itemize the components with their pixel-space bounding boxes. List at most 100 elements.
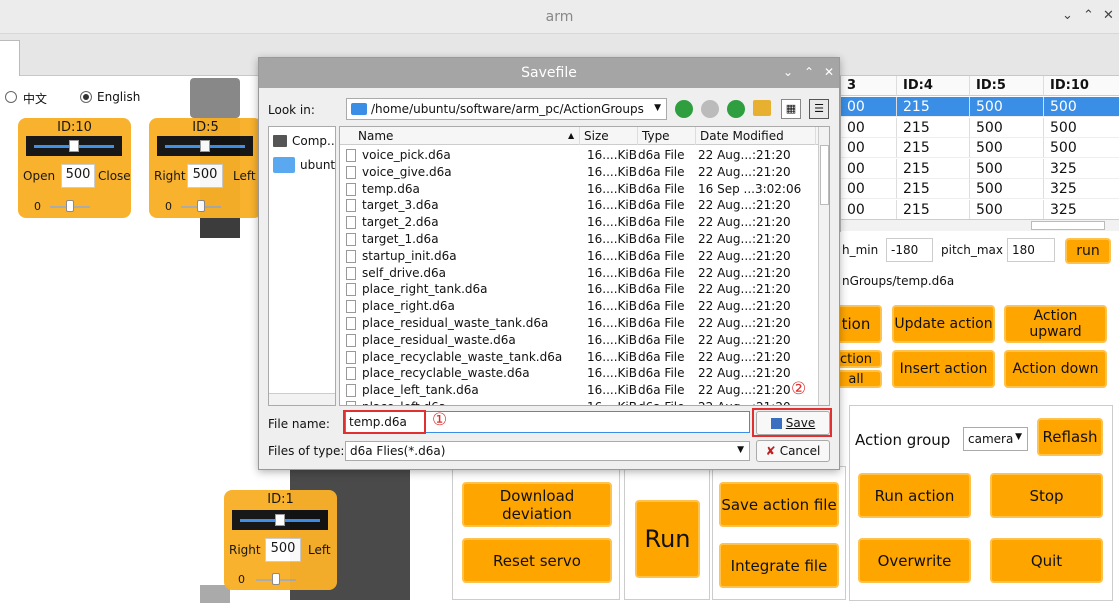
new-folder-icon[interactable] (753, 100, 771, 116)
file-row[interactable]: target_1.d6a 16....KiB d6a File 22 Aug...:2… (340, 231, 820, 248)
file-row[interactable]: place_residual_waste.d6a 16....KiB d6a Fil… (340, 332, 820, 349)
action-table[interactable]: 3 ID:4 ID:5 ID:10 00 215 500 500 00 215 500 500… (840, 76, 1119, 232)
overwrite-button[interactable]: Overwrite (858, 538, 971, 583)
servo-slider[interactable] (26, 136, 122, 156)
servo-slider[interactable] (232, 510, 328, 530)
file-row[interactable]: startup_init.d6a 16....KiB d6a File 22 Aug.… (340, 248, 820, 265)
dialog-maximize-icon[interactable]: ⌃ (804, 65, 814, 79)
maximize-icon[interactable]: ⌃ (1083, 8, 1094, 23)
pitch-min-input[interactable]: -180 (886, 238, 933, 262)
file-row[interactable]: place_residual_waste_tank.d6a 16....KiB d6… (340, 315, 820, 332)
run-action-button[interactable]: Run action (858, 473, 971, 518)
action-group-select[interactable]: camera ▼ (963, 427, 1028, 451)
file-list-scrollbar[interactable] (818, 127, 829, 405)
table-cell[interactable]: 500 (970, 97, 1044, 117)
file-row[interactable]: temp.d6a 16....KiB d6a File 16 Sep ...3:02:… (340, 181, 820, 198)
run-button[interactable]: Run (635, 500, 700, 578)
places-sidebar[interactable]: Comp.. ubunt (268, 126, 336, 406)
list-view-icon[interactable]: ▦ (781, 99, 801, 119)
table-cell[interactable]: 500 (970, 138, 1044, 158)
forward-icon[interactable] (701, 100, 719, 118)
table-cell[interactable]: 500 (970, 179, 1044, 199)
detail-view-icon[interactable]: ☰ (809, 99, 829, 119)
parent-folder-icon[interactable] (727, 100, 745, 118)
tab-active[interactable] (0, 40, 20, 76)
quit-button[interactable]: Quit (990, 538, 1103, 583)
save-action-file-button[interactable]: Save action file (719, 482, 839, 527)
file-row[interactable]: voice_pick.d6a 16....KiB d6a File 22 Aug...… (340, 147, 820, 164)
table-cell[interactable]: 500 (1044, 118, 1119, 138)
file-row[interactable]: self_drive.d6a 16....KiB d6a File 22 Aug...… (340, 265, 820, 282)
table-cell[interactable]: 215 (897, 199, 970, 220)
action-down-button[interactable]: Action down (1004, 350, 1107, 388)
action-upward-button[interactable]: Action upward (1004, 305, 1107, 343)
look-in-combo[interactable]: /home/ubuntu/software/arm_pc/ActionGroup… (346, 98, 667, 120)
pitch-max-input[interactable]: 180 (1007, 238, 1055, 262)
back-icon[interactable] (675, 100, 693, 118)
run-pitch-button[interactable]: run (1065, 238, 1111, 264)
place-computer[interactable]: Comp.. (292, 134, 335, 148)
reset-servo-button[interactable]: Reset servo (462, 538, 612, 583)
servo-value-input[interactable]: 500 (265, 538, 301, 562)
table-cell[interactable]: 215 (897, 158, 970, 179)
file-list[interactable]: Name Size Type Date Modified ▲ voice_pic… (339, 126, 830, 406)
file-row[interactable]: place_right.d6a 16....KiB d6a File 22 Aug..… (340, 298, 820, 315)
file-row[interactable]: place_left.d6a 16....KiBd6a File 22 Aug...… (340, 399, 820, 405)
file-row[interactable]: target_3.d6a 16....KiB d6a File 22 Aug...:2… (340, 197, 820, 214)
download-deviation-button[interactable]: Download deviation (462, 482, 612, 527)
table-cell[interactable]: 215 (897, 179, 970, 199)
servo-fine-knob[interactable] (272, 573, 280, 585)
file-row[interactable]: place_right_tank.d6a 16....KiB d6a File 22 … (340, 281, 820, 298)
table-cell[interactable]: 500 (1044, 97, 1119, 117)
table-cell[interactable]: 325 (1044, 200, 1119, 220)
cancel-button[interactable]: ✘ Cancel (756, 440, 830, 462)
file-row[interactable]: place_recyclable_waste.d6a 16....KiB d6a F… (340, 365, 820, 382)
table-cell[interactable]: 00 (841, 138, 897, 158)
column-name[interactable]: Name (354, 127, 580, 145)
table-cell[interactable]: 00 (841, 179, 897, 199)
table-cell[interactable]: 500 (1044, 138, 1119, 158)
radio-english[interactable] (80, 91, 92, 103)
table-cell[interactable]: 00 (841, 117, 897, 138)
stop-button[interactable]: Stop (990, 473, 1103, 518)
column-type[interactable]: Type (638, 127, 696, 145)
table-cell[interactable]: 215 (897, 117, 970, 138)
insert-action-button[interactable]: Insert action (892, 350, 995, 388)
column-size[interactable]: Size (580, 127, 638, 145)
table-hscrollbar[interactable] (841, 219, 1119, 231)
radio-chinese[interactable] (5, 91, 17, 103)
file-row[interactable]: place_left_tank.d6a 16....KiB d6a File 22 A… (340, 382, 820, 399)
table-cell[interactable]: 500 (970, 117, 1044, 138)
minimize-icon[interactable]: ⌄ (1062, 8, 1073, 23)
table-cell[interactable]: 325 (1044, 159, 1119, 179)
reflash-button[interactable]: Reflash (1037, 418, 1103, 456)
file-row[interactable]: voice_give.d6a 16....KiB d6a File 22 Aug...… (340, 164, 820, 181)
places-scrollbar[interactable] (269, 393, 335, 405)
table-cell[interactable]: 00 (841, 97, 897, 117)
dialog-close-icon[interactable]: ✕ (824, 65, 834, 79)
close-icon[interactable]: ✕ (1103, 8, 1114, 23)
update-action-button[interactable]: Update action (892, 305, 995, 343)
scrollbar-thumb[interactable] (820, 145, 829, 205)
table-cell[interactable]: 00 (841, 199, 897, 220)
column-date[interactable]: Date Modified (696, 127, 816, 145)
servo-fine-knob[interactable] (197, 200, 205, 212)
servo-slider[interactable] (157, 136, 253, 156)
table-cell[interactable]: 00 (841, 158, 897, 179)
dialog-minimize-icon[interactable]: ⌄ (783, 65, 793, 79)
file-row[interactable]: place_recyclable_waste_tank.d6a 16....KiB… (340, 349, 820, 366)
table-cell[interactable]: 500 (970, 158, 1044, 179)
file-row[interactable]: target_2.d6a 16....KiB d6a File 22 Aug...:2… (340, 214, 820, 231)
table-cell[interactable]: 500 (970, 199, 1044, 220)
table-cell[interactable]: 215 (897, 97, 970, 117)
servo-value-input[interactable]: 500 (187, 164, 223, 188)
table-cell[interactable]: 215 (897, 138, 970, 158)
files-of-type-combo[interactable]: d6a Flies(*.d6a) ▼ (345, 441, 750, 461)
integrate-file-button[interactable]: Integrate file (719, 543, 839, 588)
servo-fine-knob[interactable] (66, 200, 74, 212)
dialog-titlebar[interactable]: Savefile ⌄ ⌃ ✕ (259, 58, 839, 88)
scrollbar-thumb[interactable] (1031, 221, 1105, 230)
servo-value-input[interactable]: 500 (61, 164, 95, 188)
table-cell[interactable]: 325 (1044, 179, 1119, 199)
place-ubuntu[interactable]: ubunt (300, 158, 335, 172)
